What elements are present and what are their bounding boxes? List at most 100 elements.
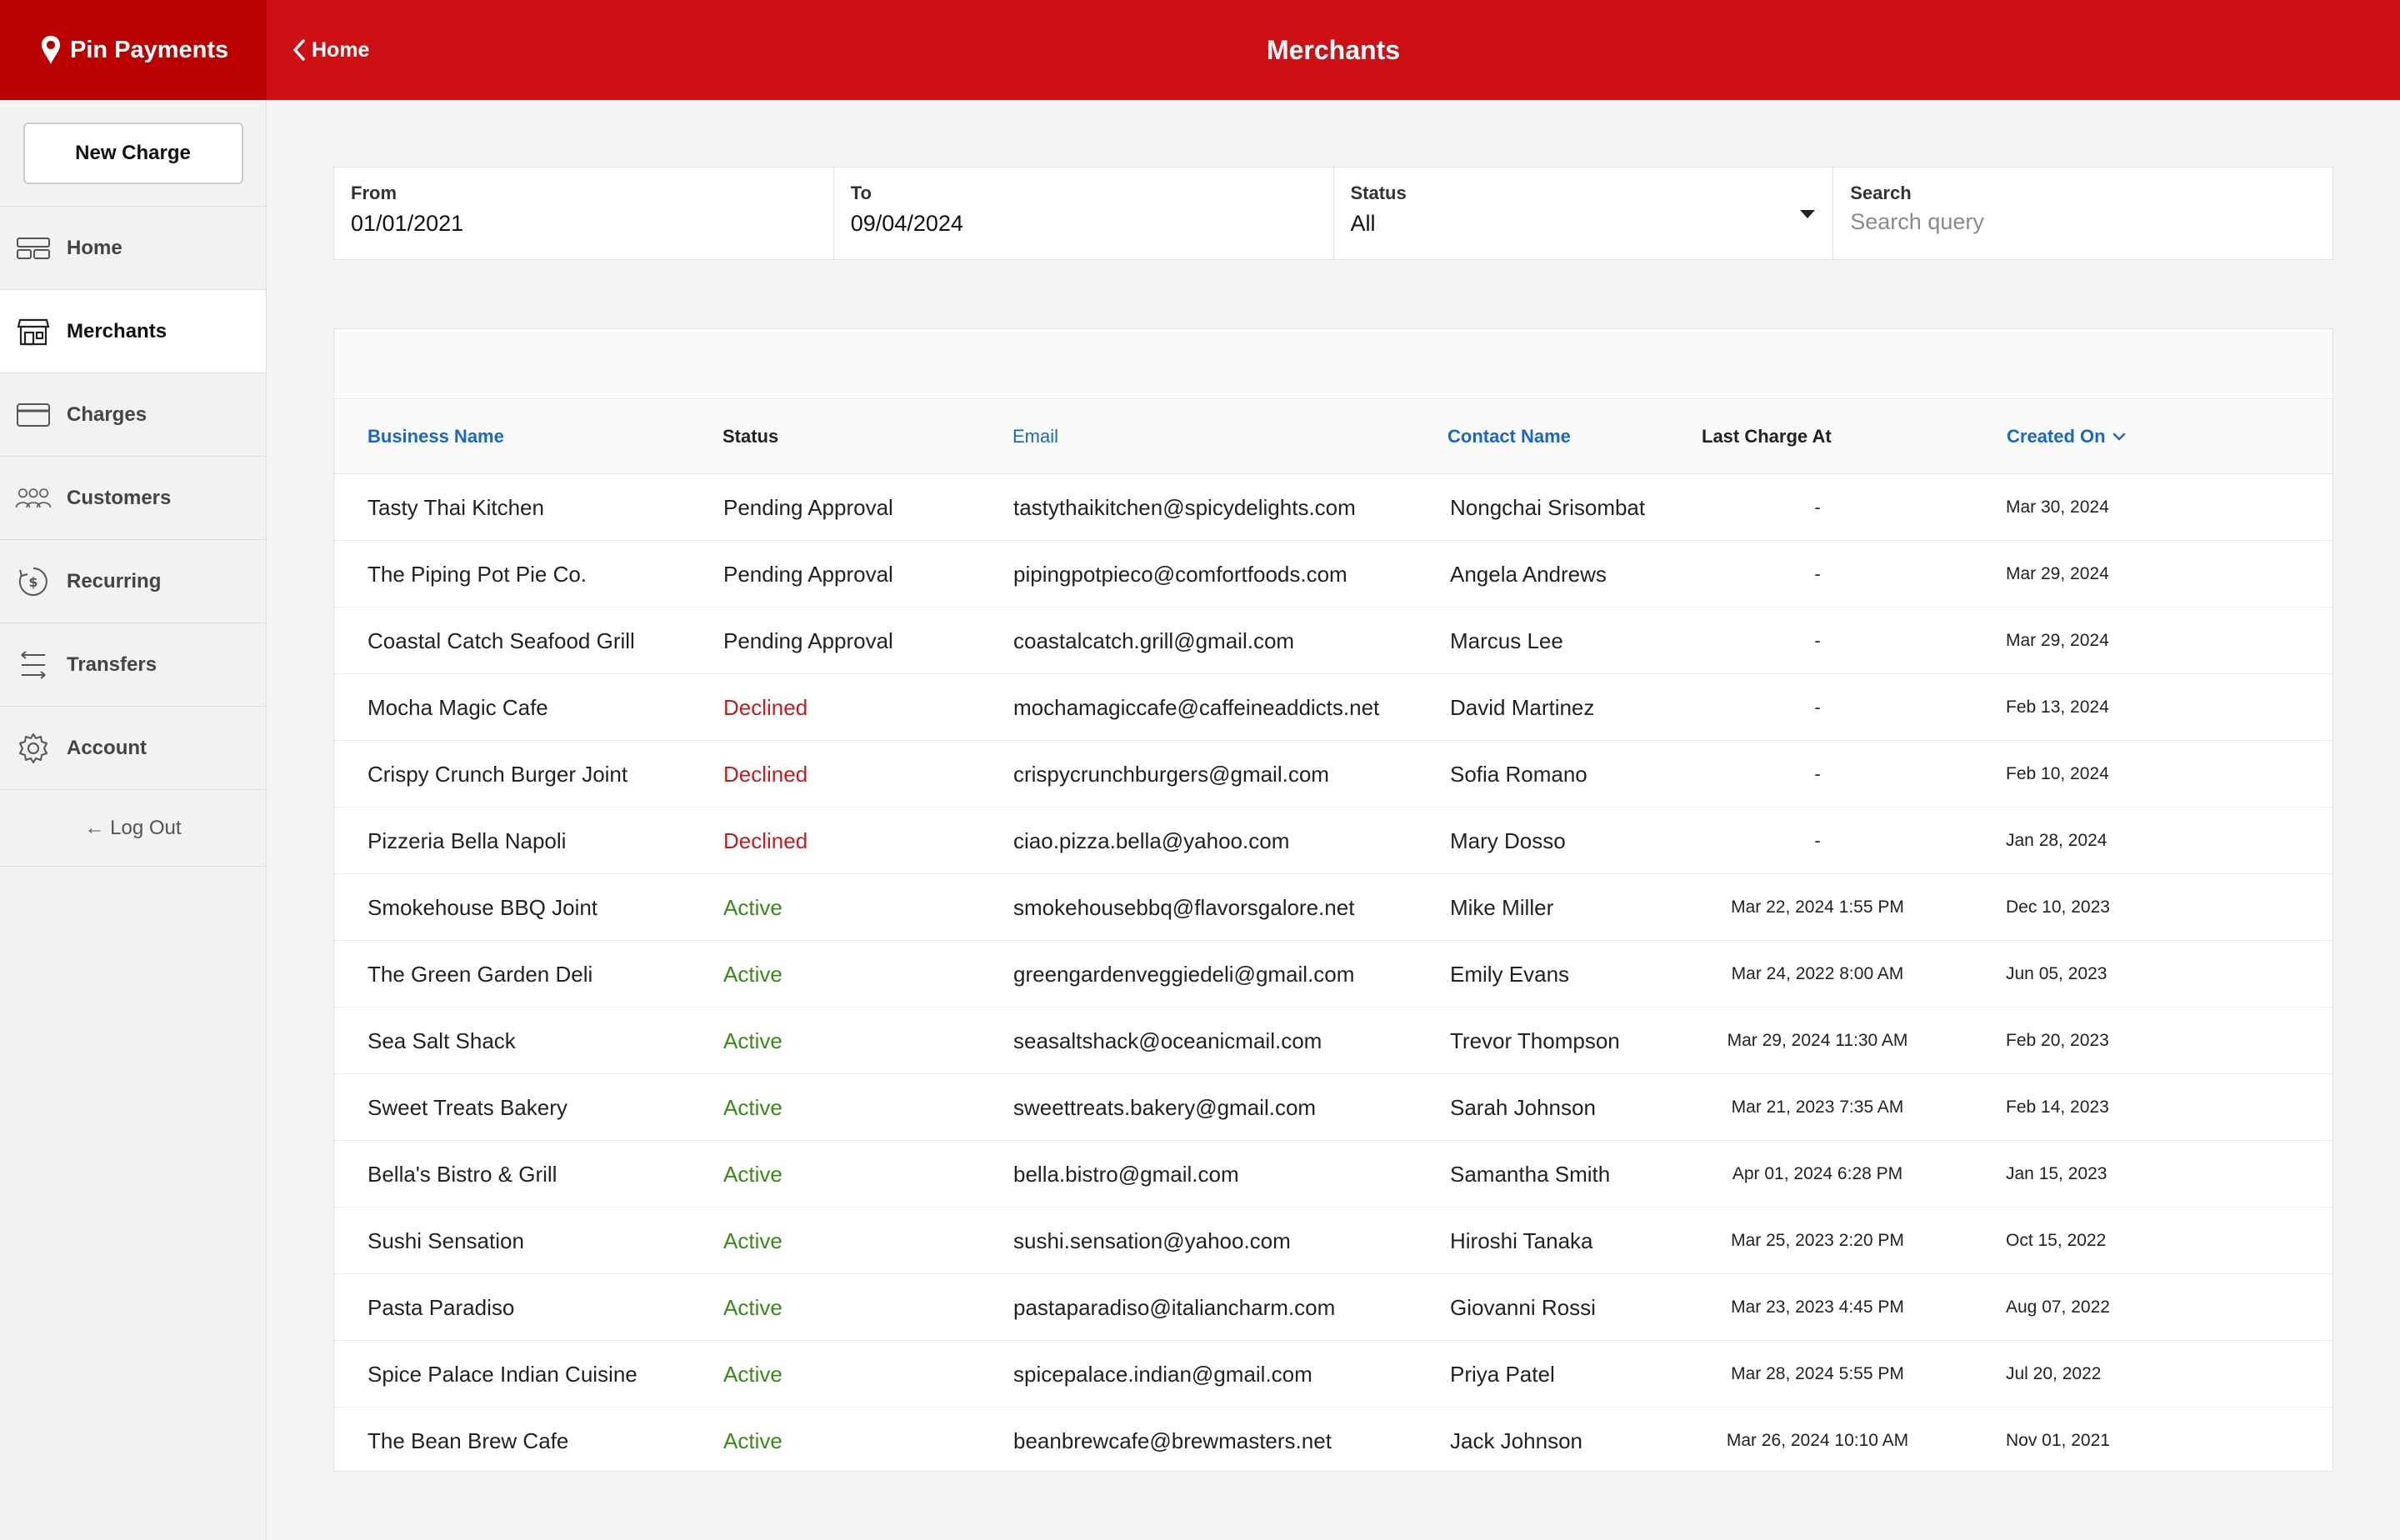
- table-row[interactable]: The Piping Pot Pie Co. Pending Approval pi…: [334, 541, 2332, 608]
- search-input[interactable]: [1850, 209, 2316, 235]
- gear-icon: [15, 732, 52, 765]
- status-cell: Declined: [723, 828, 808, 853]
- table-row[interactable]: Mocha Magic Cafe Declined mochamagiccafe@c…: [334, 674, 2332, 741]
- column-header-status: Status: [722, 426, 779, 447]
- table-row[interactable]: Sweet Treats Bakery Active sweettreats.bak…: [334, 1074, 2332, 1141]
- email-cell: seasaltshack@oceanicmail.com: [1013, 1028, 1322, 1053]
- business-name-cell: Smokehouse BBQ Joint: [368, 894, 598, 920]
- column-header-created-on[interactable]: Created On: [2007, 399, 2126, 474]
- back-home-link[interactable]: Home: [292, 0, 369, 100]
- last-charge-cell: Apr 01, 2024 6:28 PM: [1732, 1164, 1903, 1183]
- business-name-cell: The Piping Pot Pie Co.: [368, 561, 588, 587]
- business-name-cell: The Bean Brew Cafe: [368, 1428, 569, 1453]
- contact-name-cell: David Martinez: [1450, 694, 1595, 720]
- table-row[interactable]: The Bean Brew Cafe Active beanbrewcafe@bre…: [334, 1408, 2332, 1474]
- sidebar-item-merchants[interactable]: Merchants: [0, 290, 266, 373]
- last-charge-cell: Mar 26, 2024 10:10 AM: [1726, 1431, 1909, 1450]
- status-select[interactable]: Status All: [1334, 168, 1834, 259]
- created-on-cell: Mar 30, 2024: [2006, 498, 2109, 517]
- table-row[interactable]: Sushi Sensation Active sushi.sensation@yah…: [334, 1208, 2332, 1274]
- search-field[interactable]: Search: [1833, 168, 2332, 259]
- brand-logo[interactable]: Pin Payments: [0, 0, 267, 100]
- table-row[interactable]: Tasty Thai Kitchen Pending Approval tastyt…: [334, 474, 2332, 541]
- column-header-business-name[interactable]: Business Name: [368, 399, 504, 474]
- transfers-icon: [15, 648, 52, 682]
- sidebar-item-home[interactable]: Home: [0, 207, 266, 290]
- home-icon: [15, 232, 52, 265]
- created-on-cell: Feb 10, 2024: [2006, 764, 2109, 783]
- status-cell: Active: [723, 1028, 782, 1053]
- last-charge-cell: Mar 23, 2023 4:45 PM: [1731, 1298, 1904, 1317]
- to-date-field[interactable]: To 09/04/2024: [834, 168, 1334, 259]
- last-charge-cell: Mar 28, 2024 5:55 PM: [1731, 1364, 1904, 1383]
- created-on-cell: Nov 01, 2021: [2006, 1431, 2110, 1450]
- table-row[interactable]: Spice Palace Indian Cuisine Active spicepa…: [334, 1341, 2332, 1408]
- table-header: Business Name Status Email Contact Name …: [334, 399, 2332, 474]
- table-row[interactable]: Coastal Catch Seafood Grill Pending Appro…: [334, 608, 2332, 674]
- table-body: Tasty Thai Kitchen Pending Approval tastyt…: [334, 474, 2332, 1474]
- created-on-cell: Jul 20, 2022: [2006, 1364, 2102, 1383]
- sidebar-item-label: Customers: [67, 486, 172, 509]
- table-row[interactable]: Pasta Paradiso Active pastaparadiso@italia…: [334, 1274, 2332, 1341]
- status-cell: Declined: [723, 761, 808, 787]
- business-name-cell: Coastal Catch Seafood Grill: [368, 628, 635, 653]
- email-cell: beanbrewcafe@brewmasters.net: [1013, 1428, 1332, 1453]
- table-row[interactable]: Pizzeria Bella Napoli Declined ciao.pizza.…: [334, 808, 2332, 874]
- to-value[interactable]: 09/04/2024: [851, 211, 1317, 237]
- last-charge-cell: -: [1814, 830, 1821, 851]
- sidebar-item-charges[interactable]: Charges: [0, 373, 266, 457]
- status-value[interactable]: All: [1351, 211, 1817, 237]
- search-label: Search: [1850, 182, 1912, 203]
- business-name-cell: Bella's Bistro & Grill: [368, 1161, 558, 1187]
- sidebar-item-recurring[interactable]: $ Recurring: [0, 540, 266, 623]
- users-icon: [15, 482, 52, 515]
- column-header-contact-name[interactable]: Contact Name: [1448, 399, 1571, 474]
- status-cell: Pending Approval: [723, 628, 893, 653]
- column-header-last-charge-at: Last Charge At: [1702, 426, 1832, 447]
- filter-bar: From 01/01/2021 To 09/04/2024 Status All…: [333, 167, 2333, 260]
- table-row[interactable]: Crispy Crunch Burger Joint Declined crispy…: [334, 741, 2332, 808]
- sidebar-item-transfers[interactable]: Transfers: [0, 623, 266, 707]
- status-cell: Pending Approval: [723, 561, 893, 587]
- contact-name-cell: Priya Patel: [1450, 1361, 1555, 1387]
- table-row[interactable]: Bella's Bistro & Grill Active bella.bistro…: [334, 1141, 2332, 1208]
- table-row[interactable]: Smokehouse BBQ Joint Active smokehousebbq@…: [334, 874, 2332, 941]
- status-cell: Active: [723, 1361, 782, 1387]
- table-row[interactable]: The Green Garden Deli Active greengardenve…: [334, 941, 2332, 1008]
- contact-name-cell: Mary Dosso: [1450, 828, 1566, 853]
- created-on-cell: Oct 15, 2022: [2006, 1231, 2107, 1250]
- table-row[interactable]: Sea Salt Shack Active seasaltshack@oceanic…: [334, 1008, 2332, 1074]
- contact-name-cell: Samantha Smith: [1450, 1161, 1611, 1187]
- business-name-cell: Mocha Magic Cafe: [368, 694, 548, 720]
- status-cell: Pending Approval: [723, 494, 893, 520]
- svg-text:$: $: [28, 574, 38, 590]
- business-name-cell: Crispy Crunch Burger Joint: [368, 761, 628, 787]
- contact-name-cell: Angela Andrews: [1450, 561, 1607, 587]
- last-charge-cell: -: [1814, 697, 1821, 718]
- sidebar-item-label: Recurring: [67, 569, 162, 592]
- contact-name-cell: Emily Evans: [1450, 961, 1570, 987]
- sidebar-item-label: Transfers: [67, 652, 158, 676]
- contact-name-cell: Nongchai Srisombat: [1450, 494, 1646, 520]
- contact-name-cell: Marcus Lee: [1450, 628, 1563, 653]
- from-value[interactable]: 01/01/2021: [351, 211, 817, 237]
- logout-link[interactable]: ← Log Out: [0, 790, 266, 867]
- status-cell: Active: [723, 1228, 782, 1253]
- chevron-down-icon: [2112, 432, 2125, 441]
- sidebar-item-customers[interactable]: Customers: [0, 457, 266, 540]
- created-on-label: Created On: [2007, 426, 2106, 447]
- email-cell: coastalcatch.grill@gmail.com: [1013, 628, 1295, 653]
- email-cell: greengardenveggiedeli@gmail.com: [1013, 961, 1355, 987]
- status-label: Status: [1350, 182, 1407, 203]
- status-cell: Active: [723, 961, 782, 987]
- contact-name-cell: Sofia Romano: [1450, 761, 1588, 787]
- chevron-left-icon: [293, 39, 305, 61]
- email-cell: bella.bistro@gmail.com: [1013, 1161, 1239, 1187]
- business-name-cell: Sushi Sensation: [368, 1228, 524, 1253]
- column-header-email[interactable]: Email: [1012, 399, 1058, 474]
- new-charge-button[interactable]: New Charge: [22, 122, 243, 184]
- created-on-cell: Dec 10, 2023: [2006, 898, 2110, 917]
- last-charge-cell: -: [1814, 630, 1821, 651]
- sidebar-item-account[interactable]: Account: [0, 707, 266, 790]
- from-date-field[interactable]: From 01/01/2021: [334, 168, 834, 259]
